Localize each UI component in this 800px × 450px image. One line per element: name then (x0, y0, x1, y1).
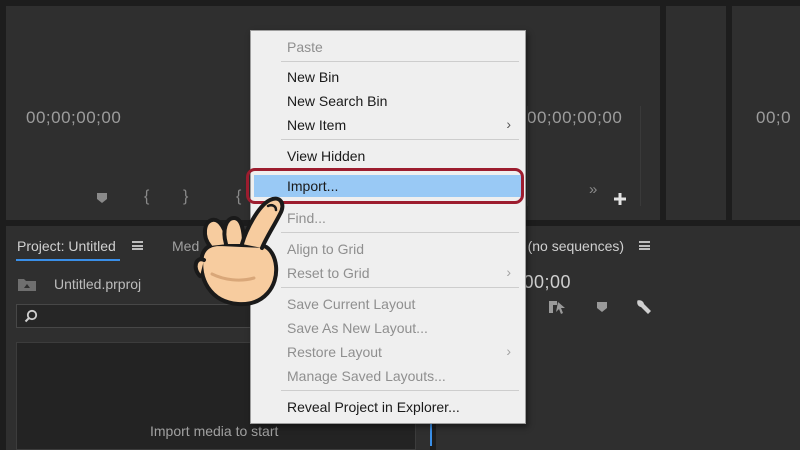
marker-icon[interactable] (96, 192, 108, 204)
chevron-right-icon: › (506, 264, 511, 280)
project-tab-underline (16, 259, 120, 261)
menu-item-label: Save As New Layout... (287, 320, 428, 336)
menu-item-new-item[interactable]: New Item › (251, 114, 525, 136)
menu-item-label: Reset to Grid (287, 265, 370, 281)
monitor-divider (527, 106, 528, 206)
menu-item-label: Restore Layout (287, 344, 382, 360)
folder-up-icon[interactable] (17, 276, 37, 292)
pointing-hand-icon (193, 196, 285, 307)
program-timecode[interactable]: 00;00;00;00 (527, 108, 622, 128)
timeline-tab[interactable]: e: (no sequences) (512, 238, 624, 254)
menu-item-view-hidden[interactable]: View Hidden (251, 145, 525, 167)
magnifier-icon (24, 309, 38, 323)
menu-item-label: Paste (287, 39, 323, 55)
source-timecode[interactable]: 00;00;00;00 (26, 108, 121, 128)
menu-item-label: Manage Saved Layouts... (287, 368, 446, 384)
menu-item-paste: Paste (251, 36, 525, 58)
menu-item-new-search-bin[interactable]: New Search Bin (251, 90, 525, 112)
menu-item-new-bin[interactable]: New Bin (251, 66, 525, 88)
menu-separator (281, 61, 519, 62)
menu-item-label: New Bin (287, 69, 340, 85)
menu-item-label: New Search Bin (287, 93, 388, 109)
project-file-name: Untitled.prproj (54, 276, 142, 292)
plus-icon[interactable] (613, 192, 627, 206)
monitor-divider-2 (640, 106, 641, 206)
marker-icon[interactable] (596, 301, 608, 313)
menu-separator (281, 287, 519, 288)
menu-separator (281, 232, 519, 233)
wrench-icon[interactable] (635, 298, 653, 316)
menu-item-label: Save Current Layout (287, 296, 416, 312)
project-panel-menu-icon[interactable] (132, 241, 143, 250)
menu-item-manage-saved-layouts: Manage Saved Layouts... (251, 365, 525, 387)
third-timecode[interactable]: 00;0 (756, 108, 791, 128)
more-controls-icon[interactable]: » (589, 182, 597, 198)
program-monitor-panel (666, 6, 726, 220)
chevron-right-icon: › (506, 343, 511, 359)
menu-item-label: Reveal Project in Explorer... (287, 399, 460, 415)
menu-item-label: View Hidden (287, 148, 366, 164)
chevron-right-icon: › (506, 116, 511, 132)
timeline-panel-menu-icon[interactable] (639, 241, 650, 250)
project-tab[interactable]: Project: Untitled (17, 238, 116, 254)
menu-separator (281, 390, 519, 391)
menu-item-save-as-new-layout: Save As New Layout... (251, 317, 525, 339)
menu-item-label: New Item (287, 117, 347, 133)
menu-item-restore-layout: Restore Layout › (251, 341, 525, 363)
mark-in-icon[interactable]: { (144, 189, 149, 205)
snap-icon[interactable] (548, 299, 566, 315)
menu-item-reveal-project[interactable]: Reveal Project in Explorer... (251, 396, 525, 418)
menu-separator (281, 139, 519, 140)
menu-item-label: Align to Grid (287, 241, 365, 257)
import-media-hint: Import media to start (150, 423, 279, 439)
